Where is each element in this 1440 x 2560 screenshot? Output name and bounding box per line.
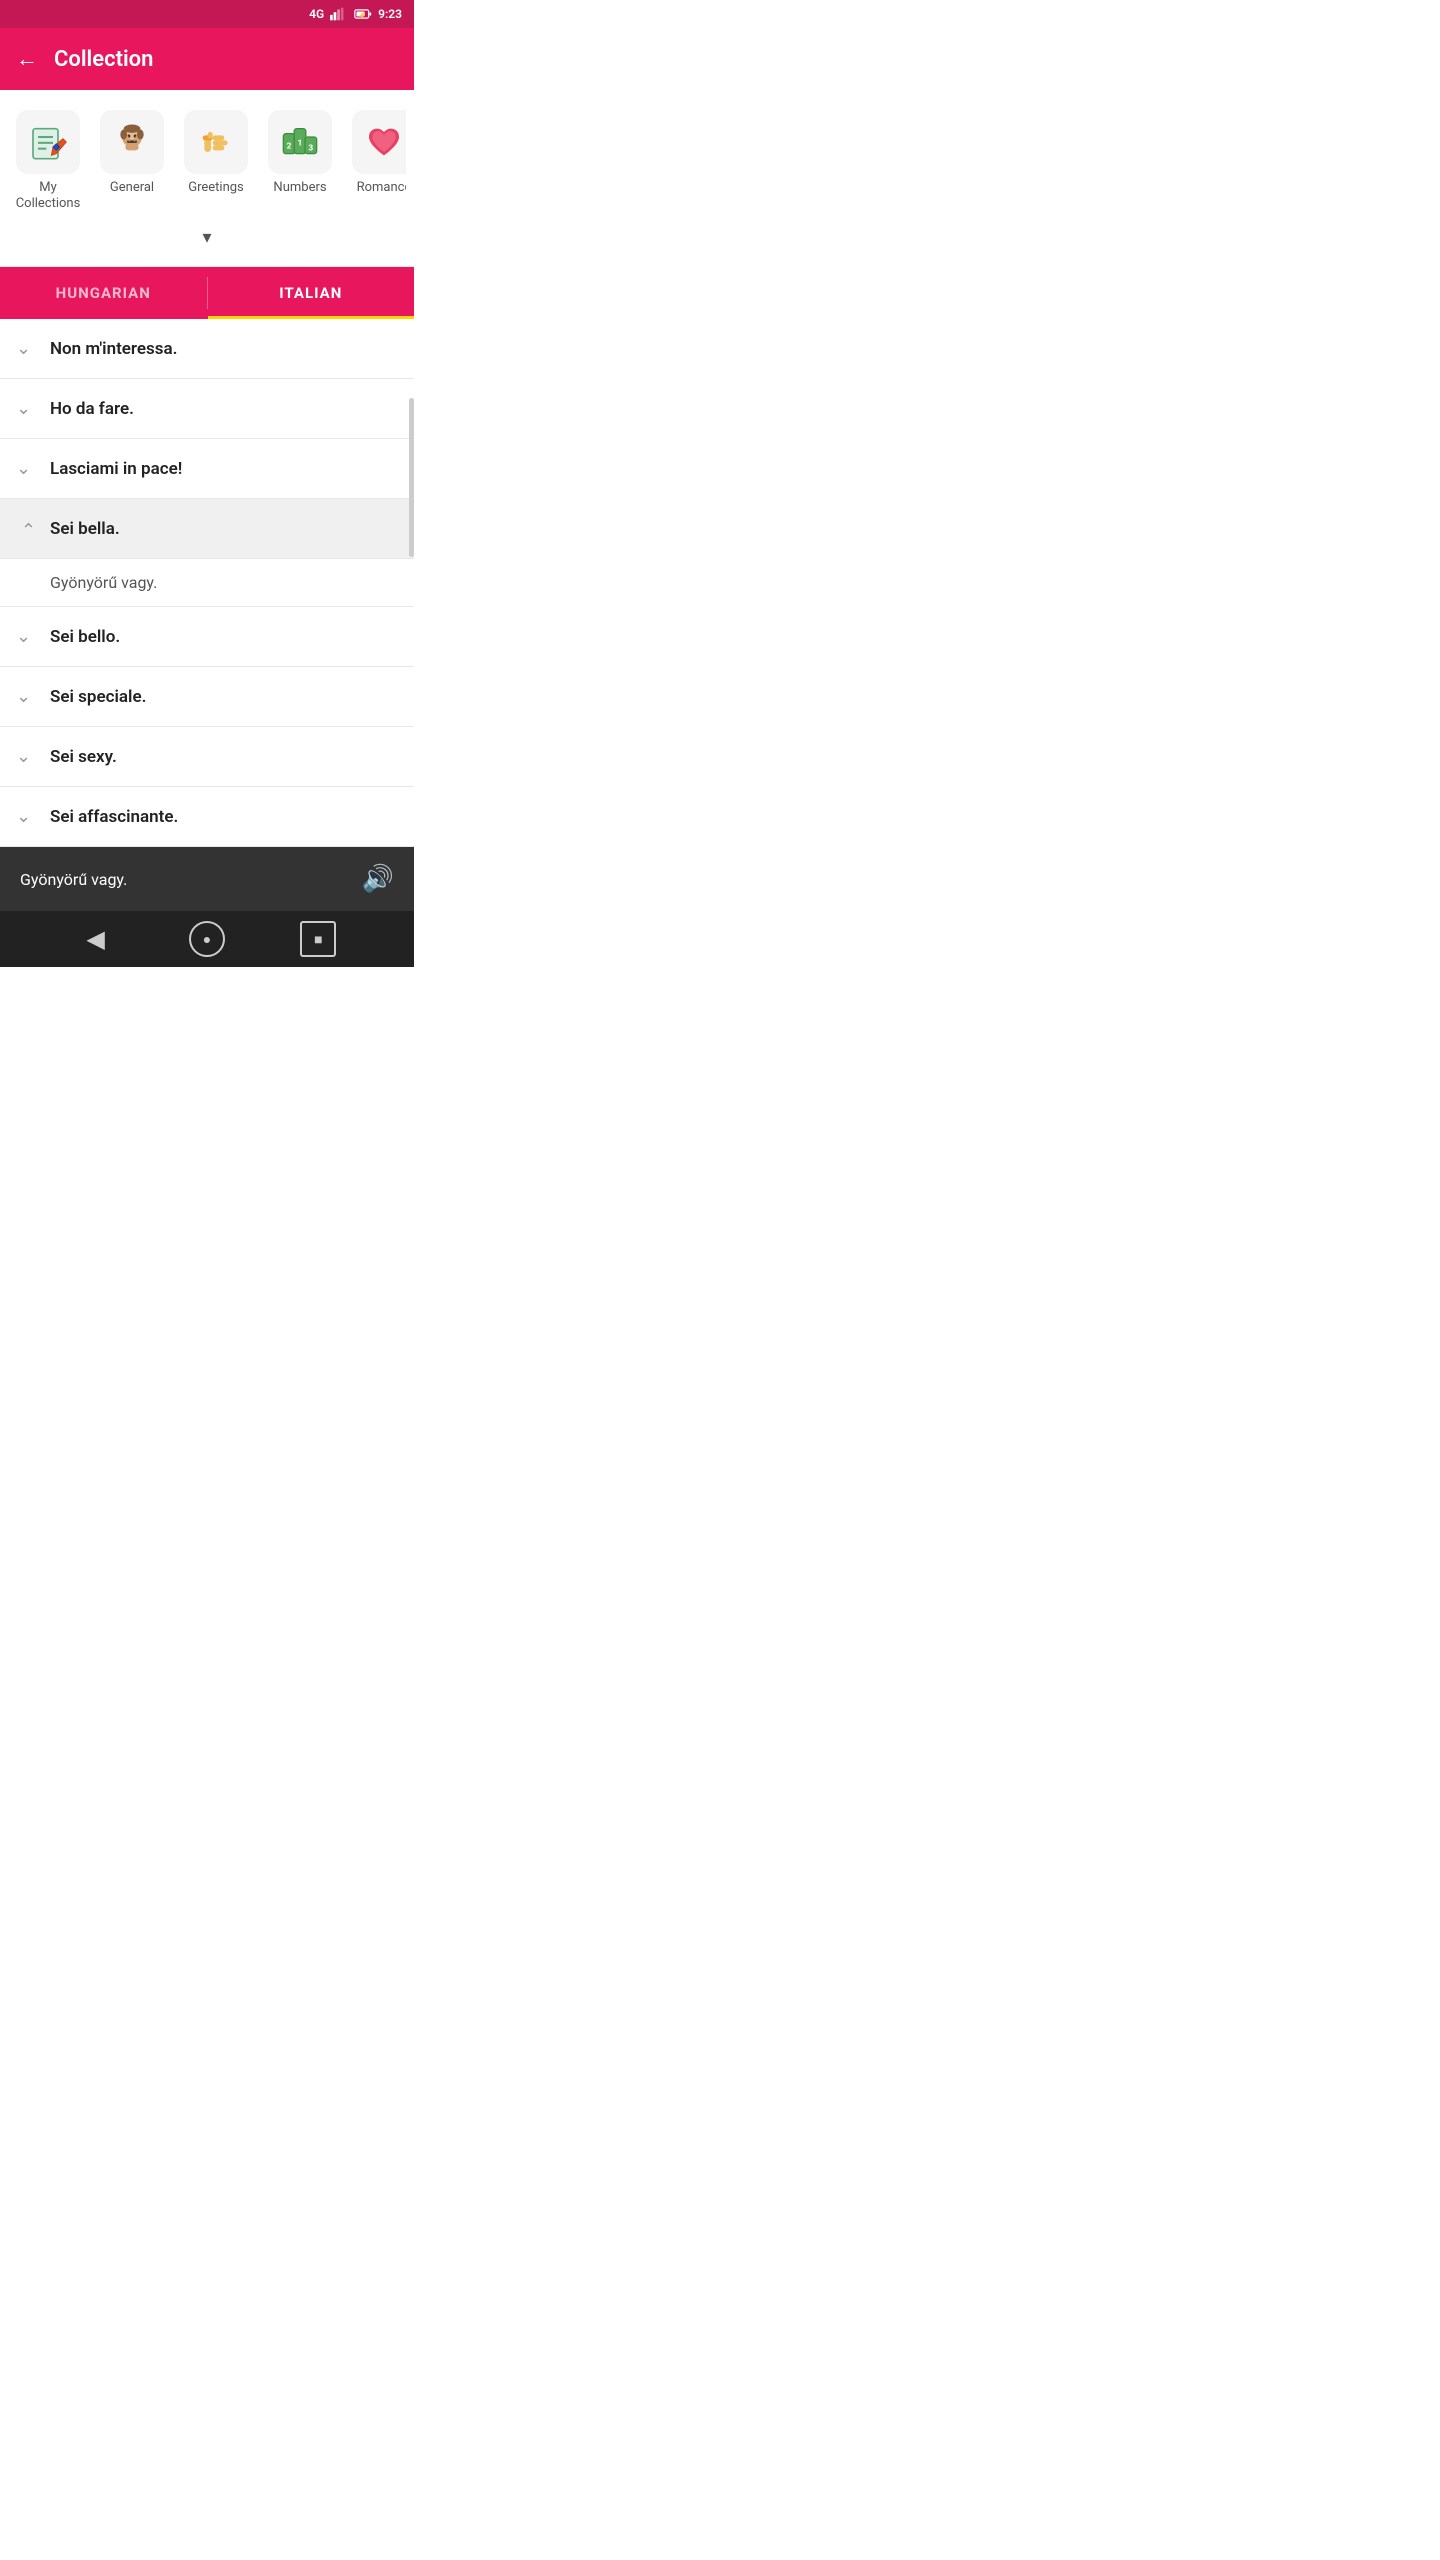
translation-row-phrase-4: Gyönyörű vagy.	[0, 559, 414, 607]
phrase-chevron-phrase-7: ⌄	[16, 746, 36, 767]
phrase-row-phrase-3[interactable]: ⌄ Lasciami in pace!	[0, 439, 414, 499]
phrase-text-phrase-5: Sei bello.	[50, 627, 120, 647]
category-item-my-collections[interactable]: My Collections	[8, 106, 88, 215]
nav-bar: ◀ ● ■	[0, 911, 414, 967]
battery-icon: ⚡	[354, 7, 372, 21]
phrase-chevron-phrase-2: ⌄	[16, 398, 36, 419]
phrase-row-phrase-8[interactable]: ⌄ Sei affascinante.	[0, 787, 414, 847]
app-bar-title: Collection	[54, 47, 153, 72]
nav-recent-button[interactable]: ■	[300, 921, 336, 957]
phrase-text-phrase-3: Lasciami in pace!	[50, 459, 182, 479]
signal-label: 4G	[309, 7, 324, 21]
category-item-romance[interactable]: Romance	[344, 106, 406, 215]
phrase-text-phrase-2: Ho da fare.	[50, 399, 134, 419]
tab-bar: HUNGARIANITALIAN	[0, 267, 414, 319]
svg-text:3: 3	[308, 143, 313, 153]
audio-text: Gyönyörű vagy.	[20, 870, 127, 889]
svg-text:⚡: ⚡	[358, 11, 366, 19]
status-bar: 4G ⚡ 9:23	[0, 0, 414, 28]
phrase-row-phrase-7[interactable]: ⌄ Sei sexy.	[0, 727, 414, 787]
signal-icon	[330, 7, 348, 21]
category-icon-numbers: 2 1 3	[268, 110, 332, 174]
category-label-my-collections: My Collections	[12, 180, 84, 211]
svg-text:1: 1	[298, 138, 303, 148]
category-icon-romance	[352, 110, 406, 174]
svg-text:2: 2	[287, 142, 292, 152]
phrase-chevron-phrase-6: ⌄	[16, 686, 36, 707]
back-button[interactable]: ←	[16, 46, 38, 72]
phrase-text-phrase-1: Non m'interessa.	[50, 339, 178, 359]
phrase-text-phrase-7: Sei sexy.	[50, 747, 117, 767]
phrase-chevron-phrase-1: ⌄	[16, 338, 36, 359]
phrase-row-phrase-5[interactable]: ⌄ Sei bello.	[0, 607, 414, 667]
category-label-romance: Romance	[357, 180, 406, 196]
category-item-greetings[interactable]: Greetings	[176, 106, 256, 215]
time-label: 9:23	[378, 7, 402, 21]
phrase-row-phrase-6[interactable]: ⌄ Sei speciale.	[0, 667, 414, 727]
category-icon-greetings	[184, 110, 248, 174]
phrase-row-phrase-1[interactable]: ⌄ Non m'interessa.	[0, 319, 414, 379]
category-label-greetings: Greetings	[188, 180, 244, 196]
phrase-list: ⌄ Non m'interessa. ⌄ Ho da fare. ⌄ Lasciami i…	[0, 319, 414, 847]
phrase-row-phrase-2[interactable]: ⌄ Ho da fare.	[0, 379, 414, 439]
audio-bar: Gyönyörű vagy. 🔊	[0, 847, 414, 911]
category-section: My Collections General Greetings	[0, 90, 414, 267]
phrase-chevron-phrase-5: ⌄	[16, 626, 36, 647]
translation-text-phrase-4: Gyönyörű vagy.	[50, 573, 157, 592]
phrase-chevron-phrase-8: ⌄	[16, 806, 36, 827]
phrase-text-phrase-8: Sei affascinante.	[50, 807, 178, 827]
phrase-text-phrase-6: Sei speciale.	[50, 687, 146, 707]
category-item-numbers[interactable]: 2 1 3 Numbers	[260, 106, 340, 215]
audio-icon[interactable]: 🔊	[362, 864, 394, 894]
expand-arrow[interactable]: ▾	[8, 223, 406, 258]
phrase-row-phrase-4[interactable]: ⌄ Sei bella.	[0, 499, 414, 559]
phrase-text-phrase-4: Sei bella.	[50, 519, 120, 539]
scrollbar	[409, 398, 414, 556]
tab-italian[interactable]: ITALIAN	[208, 267, 415, 319]
category-row: My Collections General Greetings	[8, 106, 406, 223]
phrase-chevron-phrase-4: ⌄	[16, 518, 36, 539]
category-icon-my-collections	[16, 110, 80, 174]
category-item-general[interactable]: General	[92, 106, 172, 215]
category-icon-general	[100, 110, 164, 174]
tab-hungarian[interactable]: HUNGARIAN	[0, 267, 207, 319]
phrase-list-area[interactable]: ⌄ Non m'interessa. ⌄ Ho da fare. ⌄ Lasciami i…	[0, 319, 414, 847]
category-label-numbers: Numbers	[273, 180, 326, 196]
app-bar: ← Collection	[0, 28, 414, 90]
phrase-chevron-phrase-3: ⌄	[16, 458, 36, 479]
category-label-general: General	[110, 180, 154, 196]
nav-back-button[interactable]: ◀	[78, 921, 114, 957]
nav-home-button[interactable]: ●	[189, 921, 225, 957]
